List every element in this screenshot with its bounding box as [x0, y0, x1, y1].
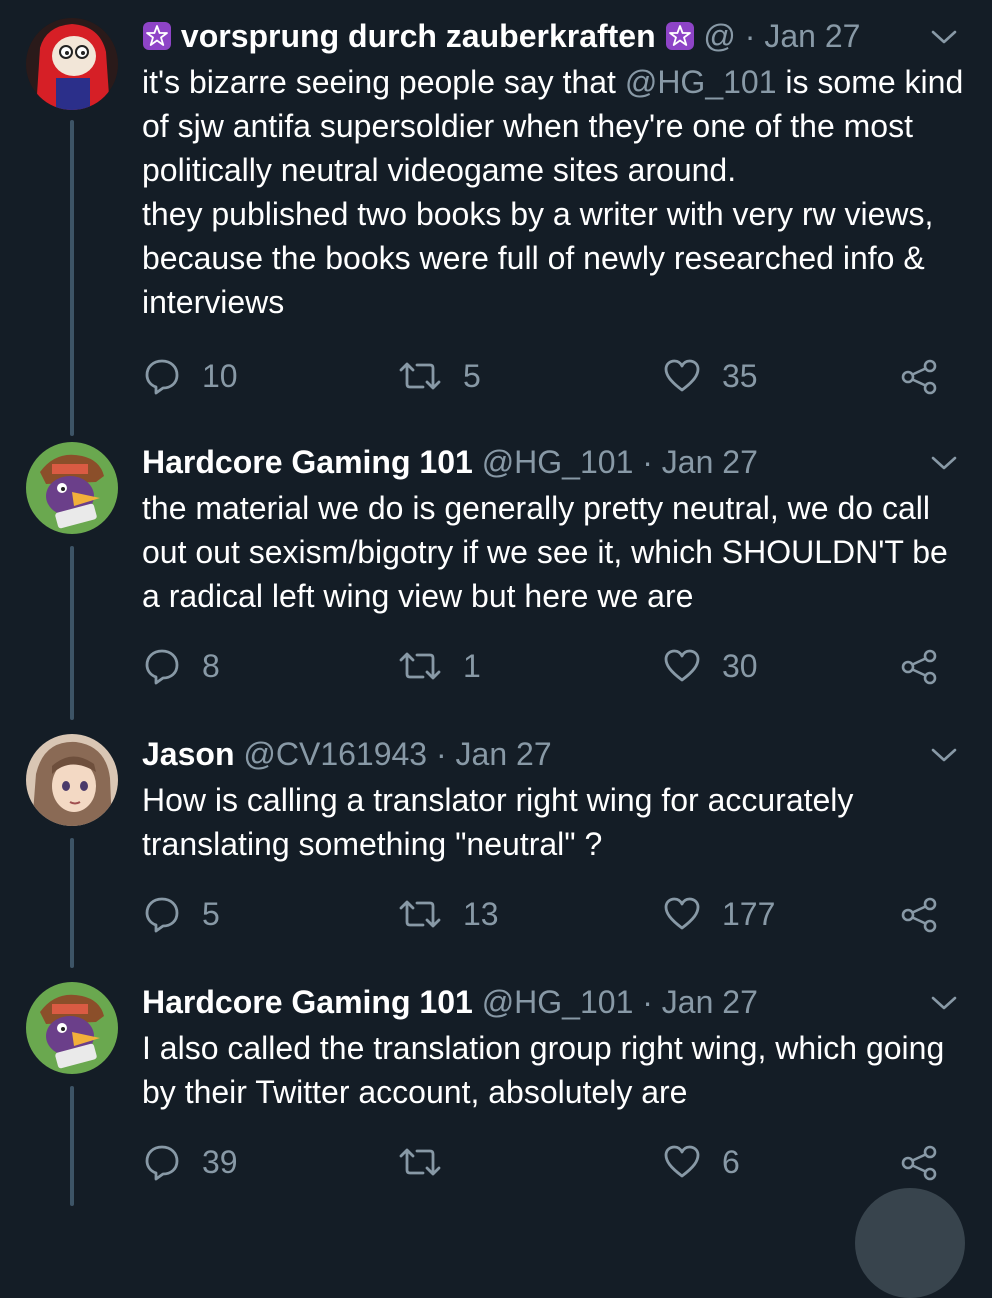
- like-count: 6: [722, 1143, 740, 1180]
- reply-button[interactable]: 8: [142, 644, 220, 688]
- tweet-text-part: it's bizarre seeing people say that: [142, 64, 625, 100]
- tweet[interactable]: Hardcore Gaming 101 @HG_101 · Jan 27 I a…: [0, 980, 992, 1206]
- retweet-count: 13: [463, 895, 499, 932]
- tweet-actions: 5 13 177: [142, 892, 972, 936]
- retweet-count: 1: [463, 647, 481, 684]
- heart-icon: [664, 897, 700, 930]
- retweet-icon: [399, 900, 441, 928]
- tweet-header: vorsprung durch zauberkraften @ · Jan 27: [142, 14, 952, 58]
- reply-icon: [145, 359, 179, 395]
- avatar[interactable]: [26, 18, 118, 110]
- tweet-header: Hardcore Gaming 101 @HG_101 · Jan 27: [142, 980, 952, 1024]
- tweet-actions: 8 1 30: [142, 644, 972, 688]
- avatar-image: [26, 18, 118, 110]
- tweet-date[interactable]: Jan 27: [662, 444, 758, 480]
- tweet-actions: 10 5 35: [142, 354, 972, 398]
- reply-count: 8: [202, 647, 220, 684]
- tweet[interactable]: vorsprung durch zauberkraften @ · Jan 27…: [0, 14, 992, 436]
- retweet-button[interactable]: 5: [397, 354, 481, 398]
- retweet-icon: [399, 362, 441, 390]
- share-icon[interactable]: [900, 358, 938, 396]
- avatar[interactable]: [26, 982, 118, 1074]
- retweet-button[interactable]: 1: [397, 644, 481, 688]
- tweet-date[interactable]: Jan 27: [456, 736, 552, 772]
- heart-icon: [664, 1145, 700, 1178]
- tweet[interactable]: Hardcore Gaming 101 @HG_101 · Jan 27 the…: [0, 440, 992, 720]
- tweet-text-part: is some kind of sjw antifa supersoldier …: [142, 64, 964, 320]
- retweet-icon: [399, 652, 441, 680]
- like-button[interactable]: 30: [662, 644, 758, 688]
- reply-count: 39: [202, 1143, 238, 1180]
- reply-button[interactable]: 5: [142, 892, 220, 936]
- tweet-date[interactable]: Jan 27: [764, 18, 860, 54]
- retweet-count: 5: [463, 357, 481, 394]
- tweet-text: I also called the translation group righ…: [142, 1030, 945, 1110]
- display-name[interactable]: vorsprung durch zauberkraften: [181, 18, 656, 54]
- share-icon[interactable]: [900, 648, 938, 686]
- reply-button[interactable]: 39: [142, 1140, 238, 1184]
- reply-icon: [145, 897, 179, 933]
- avatar-image: [26, 982, 118, 1074]
- chevron-down-icon[interactable]: [930, 746, 958, 764]
- retweet-button[interactable]: [397, 1140, 463, 1184]
- avatar[interactable]: [26, 442, 118, 534]
- like-button[interactable]: 177: [662, 892, 775, 936]
- reply-icon: [145, 649, 179, 685]
- chevron-down-icon[interactable]: [930, 994, 958, 1012]
- tweet-date[interactable]: Jan 27: [662, 984, 758, 1020]
- avatar[interactable]: [26, 734, 118, 826]
- like-count: 35: [722, 357, 758, 394]
- heart-icon: [664, 359, 700, 392]
- tweet-header: Jason @CV161943 · Jan 27: [142, 732, 952, 776]
- retweet-icon: [399, 1148, 441, 1176]
- thread-line: [70, 838, 74, 968]
- avatar-image: [26, 442, 118, 534]
- user-handle[interactable]: @CV161943: [243, 736, 427, 772]
- reply-button[interactable]: 10: [142, 354, 238, 398]
- display-name[interactable]: Hardcore Gaming 101: [142, 444, 473, 480]
- avatar-image: [26, 734, 118, 826]
- separator-dot: ·: [642, 984, 653, 1020]
- share-icon[interactable]: [900, 1144, 938, 1182]
- tweet[interactable]: Jason @CV161943 · Jan 27 How is calling …: [0, 732, 992, 972]
- purple-star-badge-icon: [665, 22, 694, 50]
- thread-line: [70, 546, 74, 720]
- like-button[interactable]: 35: [662, 354, 758, 398]
- tweet-text: the material we do is generally pretty n…: [142, 490, 948, 614]
- purple-star-badge-icon: [143, 22, 171, 50]
- heart-icon: [664, 649, 700, 682]
- reply-count: 5: [202, 895, 220, 932]
- display-name[interactable]: Jason: [142, 736, 234, 772]
- user-handle[interactable]: @HG_101: [482, 984, 634, 1020]
- tweet-text: it's bizarre seeing people say that @HG_…: [142, 60, 972, 324]
- reply-count: 10: [202, 357, 238, 394]
- reply-icon: [145, 1145, 179, 1181]
- tweet-text: How is calling a translator right wing f…: [142, 782, 854, 862]
- tweet-header: Hardcore Gaming 101 @HG_101 · Jan 27: [142, 440, 952, 484]
- display-name[interactable]: Hardcore Gaming 101: [142, 984, 473, 1020]
- chevron-down-icon[interactable]: [930, 28, 958, 46]
- user-handle[interactable]: @: [703, 18, 735, 54]
- compose-button[interactable]: [855, 1188, 965, 1298]
- tweet-actions: 39 6: [142, 1140, 972, 1184]
- separator-dot: ·: [642, 444, 653, 480]
- thread-line: [70, 120, 74, 436]
- separator-dot: ·: [435, 736, 447, 772]
- share-icon[interactable]: [900, 896, 938, 934]
- retweet-button[interactable]: 13: [397, 892, 499, 936]
- chevron-down-icon[interactable]: [930, 454, 958, 472]
- like-count: 30: [722, 647, 758, 684]
- thread-line: [70, 1086, 74, 1206]
- like-count: 177: [722, 895, 776, 932]
- user-handle[interactable]: @HG_101: [482, 444, 634, 480]
- separator-dot: ·: [744, 18, 756, 54]
- like-button[interactable]: 6: [662, 1140, 740, 1184]
- mention-link[interactable]: @HG_101: [625, 64, 777, 100]
